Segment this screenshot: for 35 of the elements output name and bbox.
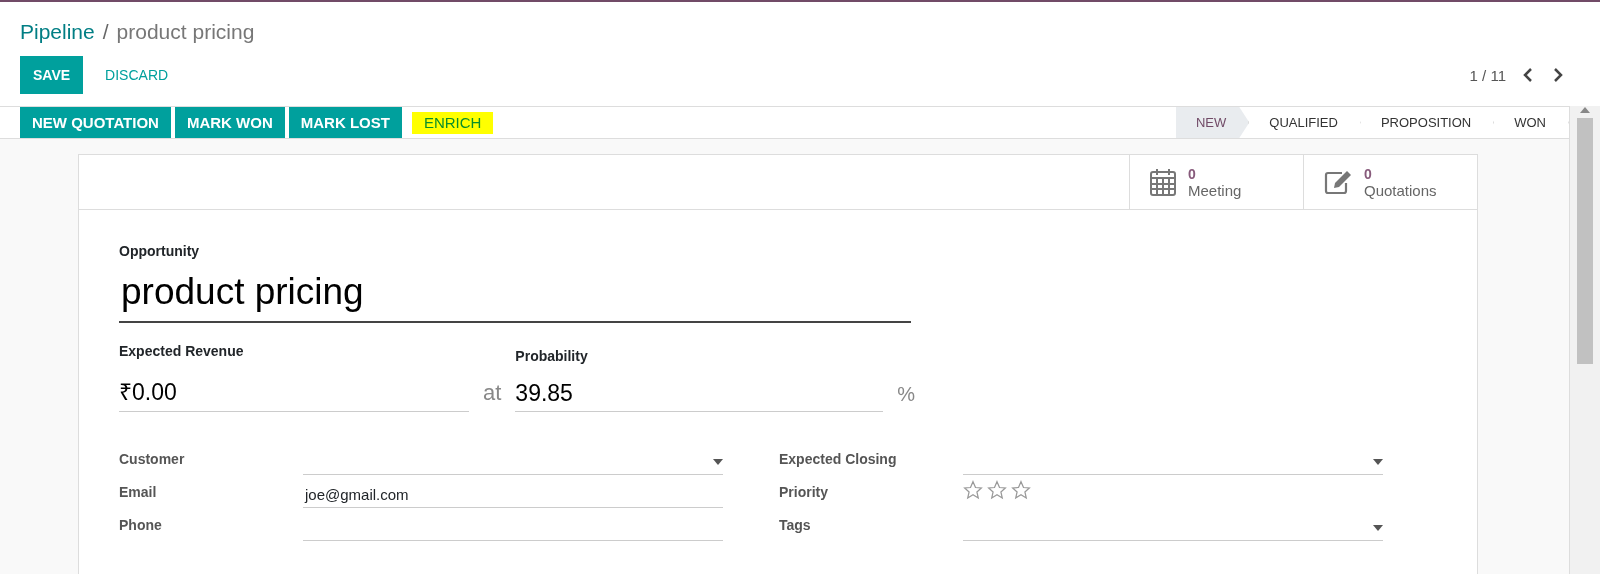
discard-button[interactable]: DISCARD bbox=[99, 66, 175, 84]
field-label: Probability bbox=[515, 348, 589, 364]
field-label: Customer bbox=[119, 451, 186, 469]
field-label: Phone bbox=[119, 517, 163, 535]
revenue-field[interactable]: ₹0.00 bbox=[119, 375, 469, 412]
caret-icon bbox=[713, 458, 723, 465]
field-label: Tags bbox=[779, 517, 812, 535]
breadcrumb-separator: / bbox=[102, 20, 109, 44]
probability-field[interactable]: 39.85 bbox=[515, 380, 884, 412]
save-button[interactable]: SAVE bbox=[20, 56, 84, 94]
field-label: Email bbox=[119, 484, 158, 502]
calendar-icon bbox=[1150, 168, 1176, 196]
stage-button[interactable]: NEW bbox=[1175, 107, 1250, 138]
star-icon[interactable] bbox=[963, 480, 983, 500]
at-label: at bbox=[483, 380, 502, 407]
action-button[interactable]: MARK LOST bbox=[288, 107, 402, 138]
field-label: Priority bbox=[779, 484, 829, 502]
title-field[interactable]: product pricing bbox=[119, 265, 911, 323]
percent-label: % bbox=[897, 383, 916, 407]
field-label: Opportunity bbox=[119, 243, 201, 259]
field-label: Expected Revenue bbox=[119, 343, 245, 359]
edit-icon bbox=[1324, 169, 1352, 195]
action-button[interactable]: MARK WON bbox=[174, 107, 285, 138]
field-label: Expected Closing bbox=[779, 451, 898, 469]
breadcrumb-current: product pricing bbox=[116, 20, 255, 44]
caret-icon bbox=[1373, 458, 1383, 465]
action-button[interactable]: NEW QUOTATION bbox=[20, 107, 171, 138]
pager-value: 1 / 11 bbox=[1469, 66, 1506, 84]
scrollbar[interactable] bbox=[1569, 106, 1600, 574]
star-icon[interactable] bbox=[987, 480, 1007, 500]
caret-icon bbox=[1373, 524, 1383, 531]
input-field[interactable]: joe@gmail.com bbox=[303, 482, 723, 508]
star-icon[interactable] bbox=[1011, 480, 1031, 500]
breadcrumb-link[interactable]: Pipeline bbox=[20, 20, 95, 44]
action-button[interactable]: ENRICH bbox=[411, 111, 494, 134]
